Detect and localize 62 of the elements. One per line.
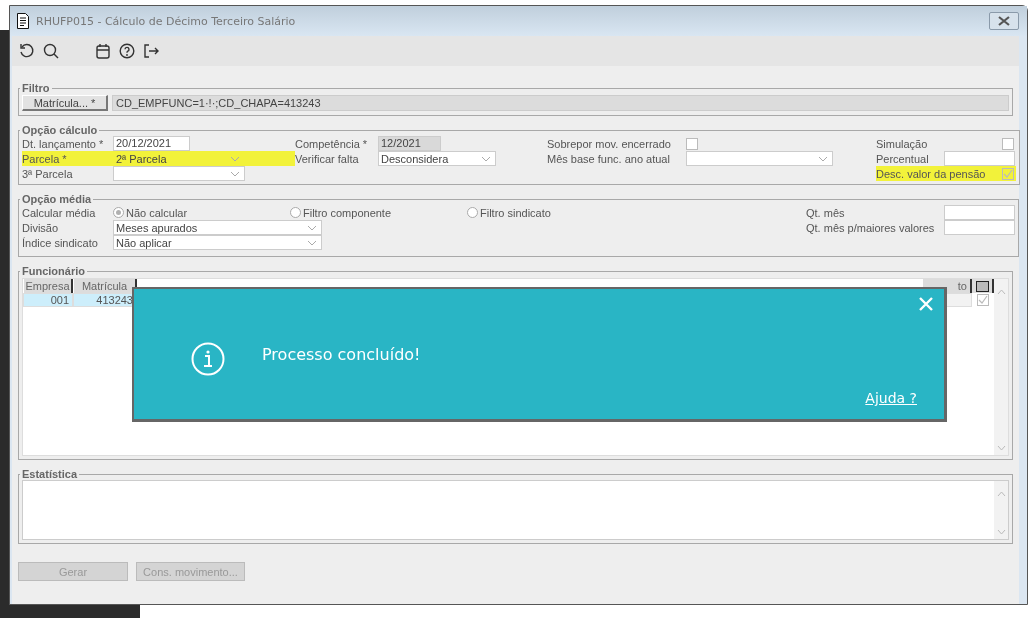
checkbox[interactable] bbox=[977, 294, 989, 306]
statistics-area[interactable] bbox=[22, 480, 1009, 540]
scroll-up-icon[interactable] bbox=[996, 289, 1006, 295]
dropdown-field[interactable]: Meses apurados bbox=[113, 220, 322, 235]
field-label: Dt. lançamento * bbox=[22, 137, 105, 150]
scroll-down-icon[interactable] bbox=[996, 529, 1006, 535]
field-label: Verificar falta bbox=[295, 152, 360, 165]
document-icon bbox=[16, 13, 30, 29]
radio-button[interactable] bbox=[113, 207, 124, 218]
text-field[interactable] bbox=[944, 151, 1015, 166]
field-label: Desc. valor da pensão bbox=[876, 167, 986, 180]
field-label: Divisão bbox=[22, 221, 60, 234]
checkbox[interactable] bbox=[686, 137, 698, 150]
window-title: RHUFP015 - Cálculo de Décimo Terceiro Salário bbox=[36, 14, 297, 28]
dropdown-field[interactable]: Desconsidera bbox=[378, 151, 496, 166]
group-title: Funcionário bbox=[21, 265, 86, 277]
field-label: Índice sindicato bbox=[22, 236, 99, 249]
text-field[interactable] bbox=[944, 205, 1015, 220]
checkbox[interactable] bbox=[1002, 167, 1014, 180]
text-field[interactable] bbox=[944, 220, 1015, 235]
field-label: Simulação bbox=[876, 137, 929, 150]
refresh-icon[interactable] bbox=[19, 43, 35, 59]
close-button[interactable] bbox=[989, 12, 1019, 30]
field-label: Calcular média bbox=[22, 206, 97, 219]
dropdown-field[interactable]: Não aplicar bbox=[113, 235, 322, 250]
help-icon[interactable] bbox=[119, 43, 135, 59]
dropdown-field[interactable]: 2ª Parcela bbox=[113, 151, 245, 166]
column-header[interactable]: Empresa bbox=[23, 279, 73, 293]
calendar-icon[interactable] bbox=[95, 43, 111, 59]
select-all-checkbox[interactable] bbox=[972, 279, 994, 293]
group-title: Estatística bbox=[21, 468, 79, 480]
table-cell: 001 bbox=[23, 293, 73, 307]
filter-field[interactable]: CD_EMPFUNC=1·!·;CD_CHAPA=413243 bbox=[112, 95, 1009, 111]
field-label: Qt. mês bbox=[806, 206, 846, 219]
info-icon bbox=[191, 342, 225, 376]
radio-label[interactable]: Filtro sindicato bbox=[480, 206, 551, 219]
radio-label[interactable]: Filtro componente bbox=[303, 206, 392, 219]
field-label: Qt. mês p/maiores valores bbox=[806, 221, 936, 234]
group-title: Filtro bbox=[21, 82, 51, 94]
close-icon[interactable] bbox=[997, 16, 1011, 26]
text-field[interactable]: 20/12/2021 bbox=[113, 136, 190, 151]
radio-button[interactable] bbox=[467, 207, 478, 218]
scroll-up-icon[interactable] bbox=[996, 491, 1006, 497]
dropdown-field[interactable] bbox=[113, 166, 245, 181]
checkbox[interactable] bbox=[1002, 137, 1014, 150]
field-label: Parcela * bbox=[22, 152, 68, 165]
group-title: Opção cálculo bbox=[21, 124, 99, 136]
field-label: Mês base func. ano atual bbox=[547, 152, 671, 165]
search-icon[interactable] bbox=[43, 43, 59, 59]
field-label: Competência * bbox=[295, 137, 369, 150]
scroll-down-icon[interactable] bbox=[996, 445, 1006, 451]
field-label: 3ª Parcela bbox=[22, 167, 74, 180]
dialog-message: Processo concluído! bbox=[262, 345, 421, 364]
exit-icon[interactable] bbox=[143, 43, 159, 59]
radio-button[interactable] bbox=[290, 207, 301, 218]
field-label: Percentual bbox=[876, 152, 930, 165]
group-title: Opção média bbox=[21, 193, 93, 205]
matricula-button[interactable]: Matrícula... * bbox=[22, 95, 108, 111]
dropdown-field[interactable] bbox=[686, 151, 833, 166]
column-header[interactable]: Matrícula bbox=[73, 279, 137, 293]
field-label: Sobrepor mov. encerrado bbox=[547, 137, 672, 150]
radio-label[interactable]: Não calcular bbox=[126, 206, 188, 219]
